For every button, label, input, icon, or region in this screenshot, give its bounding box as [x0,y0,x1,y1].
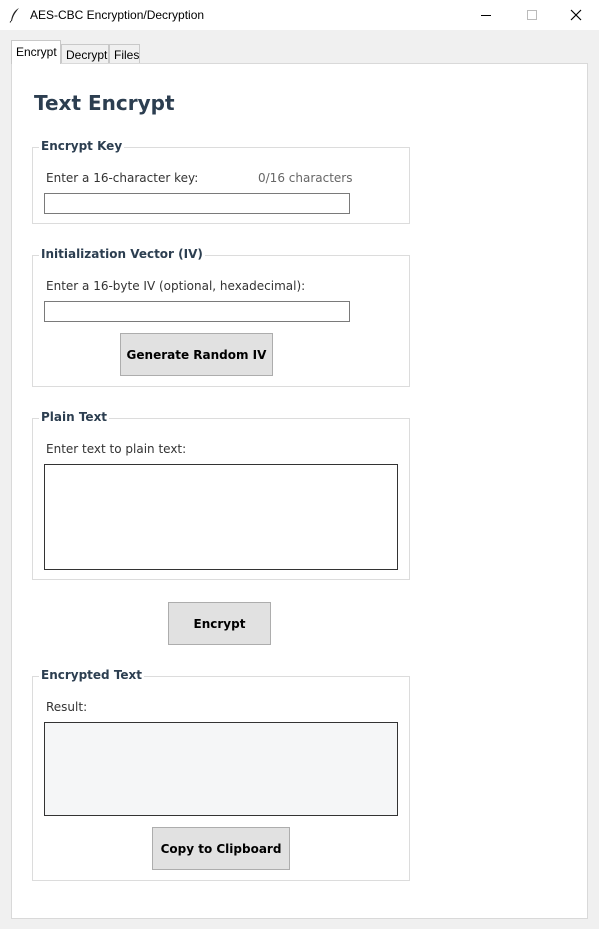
iv-input[interactable] [44,301,350,322]
encrypted-text-title: Encrypted Text [39,668,145,682]
tab-decrypt[interactable]: Decrypt [61,44,109,64]
encrypted-text-output[interactable] [44,722,398,816]
close-button[interactable] [553,0,599,30]
plain-text-input[interactable] [44,464,398,570]
generate-random-iv-button[interactable]: Generate Random IV [120,333,273,376]
title-bar: AES-CBC Encryption/Decryption [0,0,599,30]
encrypt-button[interactable]: Encrypt [168,602,271,645]
plain-text-label: Enter text to plain text: [46,442,187,456]
tab-encrypt[interactable]: Encrypt [11,40,61,64]
encrypt-key-title: Encrypt Key [39,139,125,153]
iv-label: Enter a 16-byte IV (optional, hexadecima… [46,279,306,293]
encrypt-key-label: Enter a 16-character key: [46,171,199,185]
minimize-button[interactable] [463,0,509,30]
iv-title: Initialization Vector (IV) [39,247,205,261]
window-title: AES-CBC Encryption/Decryption [30,8,205,22]
tab-files[interactable]: Files [109,44,140,64]
copy-to-clipboard-button[interactable]: Copy to Clipboard [152,827,290,870]
result-label: Result: [46,700,88,714]
key-char-counter: 0/16 characters [258,171,353,185]
plain-text-group: Plain Text Enter text to plain text: [32,410,410,580]
iv-group: Initialization Vector (IV) Enter a 16-by… [32,247,410,387]
encrypt-key-input[interactable] [44,193,350,214]
feather-icon [9,7,21,23]
encrypted-text-group: Encrypted Text Result: Copy to Clipboard [32,668,410,881]
plain-text-title: Plain Text [39,410,110,424]
encrypt-panel: Text Encrypt Encrypt Key Enter a 16-char… [11,63,588,919]
maximize-button[interactable] [509,0,555,30]
encrypt-key-group: Encrypt Key Enter a 16-character key: 0/… [32,139,410,224]
page-title: Text Encrypt [34,91,175,115]
